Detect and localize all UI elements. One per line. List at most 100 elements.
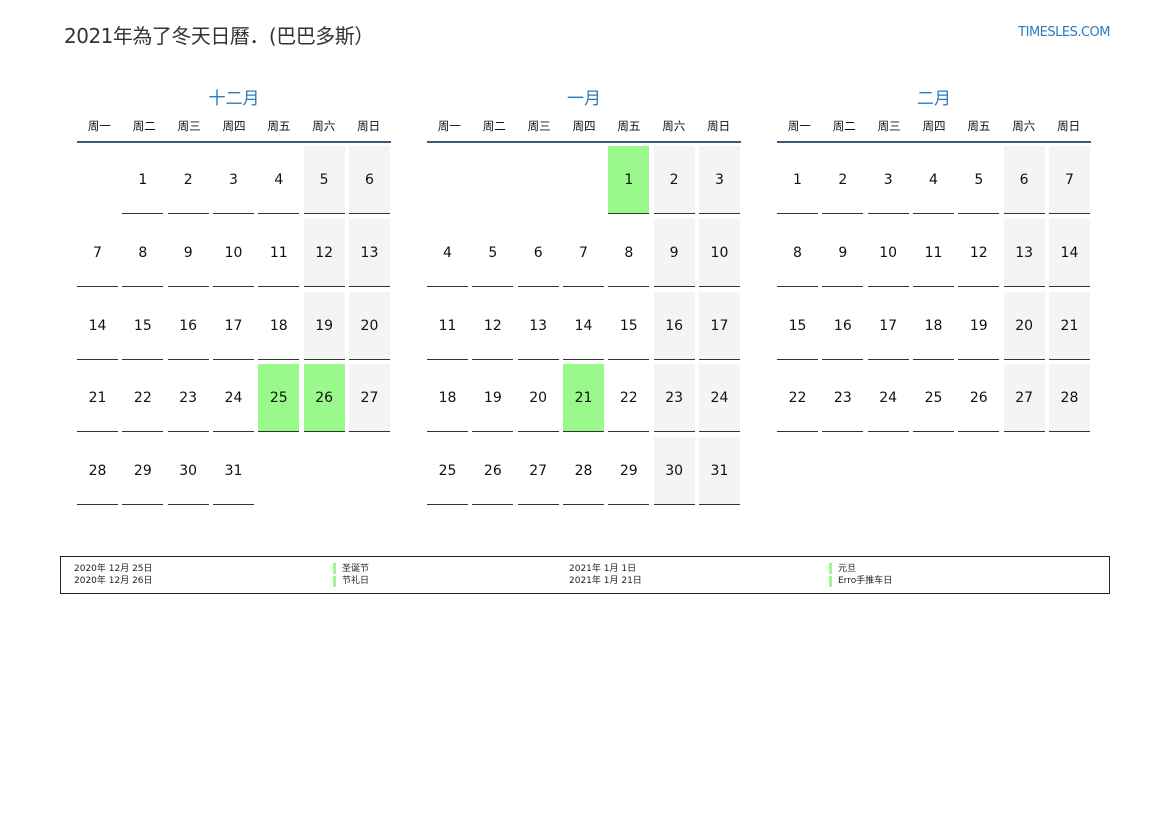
day-cell: 16 — [653, 291, 695, 360]
day-cell: 28 — [562, 437, 604, 506]
day-cell: 2 — [653, 146, 695, 214]
legend-date: 2021年 1月 21日 — [569, 576, 642, 586]
weekday-label: 周三 — [177, 119, 201, 133]
day-cell: 7 — [77, 219, 118, 287]
day-cell: 5 — [472, 219, 514, 287]
weekday-label: 周二 — [482, 119, 506, 133]
weekday-label: 周四 — [922, 119, 946, 133]
month-block: 十二月 周一 周二 周三 周四 周五 周六 周日 1 2 3 4 5 6 7 8 9 10 11 12 13 14 15 16… — [77, 84, 391, 506]
holiday-marker — [829, 563, 832, 574]
holiday-day-cell: 26 — [303, 364, 345, 433]
holiday-marker — [333, 576, 336, 587]
day-cell: 12 — [303, 218, 345, 287]
holiday-day-cell: 1 — [608, 146, 650, 214]
holiday-marker — [829, 576, 832, 587]
day-cell: 8 — [777, 219, 818, 287]
legend-name: Erro手推车日 — [838, 576, 893, 586]
day-cell: 15 — [122, 292, 164, 360]
day-cell: 17 — [698, 291, 740, 360]
holiday-marker — [333, 563, 336, 574]
day-cell: 18 — [912, 292, 954, 360]
day-cell: 14 — [1048, 218, 1090, 287]
weekday-label: 周日 — [1057, 119, 1081, 133]
day-cell: 17 — [867, 292, 909, 360]
day-cell: 15 — [608, 292, 650, 360]
month-name: 十二月 — [208, 89, 260, 109]
day-cell: 27 — [348, 364, 390, 433]
day-cell: 21 — [77, 364, 118, 433]
day-cell: 16 — [822, 292, 864, 360]
day-cell: 15 — [777, 292, 818, 360]
weekday-label: 周五 — [617, 119, 641, 133]
site-link[interactable]: TIMESLES.COM — [1018, 25, 1110, 40]
day-cell: 3 — [212, 146, 254, 214]
day-cell: 5 — [958, 146, 1000, 214]
day-cell: 3 — [698, 146, 740, 214]
day-cell: 17 — [212, 292, 254, 360]
day-cell: 23 — [167, 364, 209, 433]
weekday-label: 周四 — [222, 119, 246, 133]
day-cell: 31 — [698, 437, 740, 506]
day-cell: 13 — [348, 218, 390, 287]
page-title: 2021年為了冬天日曆．(巴巴多斯） — [64, 24, 374, 48]
weekday-label: 周二 — [832, 119, 856, 133]
day-cell: 9 — [653, 218, 695, 287]
day-cell: 2 — [822, 146, 864, 214]
day-cell: 4 — [912, 146, 954, 214]
weekday-label: 周六 — [1012, 119, 1036, 133]
legend-date: 2021年 1月 1日 — [569, 564, 637, 574]
holiday-day-cell: 25 — [258, 364, 300, 433]
day-cell: 7 — [562, 219, 604, 287]
day-cell: 10 — [698, 218, 740, 287]
weekday-label: 周五 — [267, 119, 291, 133]
day-cell: 14 — [562, 292, 604, 360]
day-cell: 11 — [912, 219, 954, 287]
weekday-label: 周三 — [877, 119, 901, 133]
day-cell: 8 — [122, 219, 164, 287]
day-cell: 4 — [427, 219, 468, 287]
day-cell: 25 — [912, 364, 954, 433]
weekday-label: 周一 — [787, 119, 811, 133]
weekday-header: 周一 周二 周三 周四 周五 周六 周日 — [427, 110, 741, 143]
day-cell: 11 — [427, 292, 468, 360]
month-block: 一月 周一 周二 周三 周四 周五 周六 周日 1 2 3 4 5 6 7 8 9 10 11 12 13 14 15 16 1… — [427, 84, 741, 506]
legend-name: 元旦 — [838, 564, 857, 574]
legend-date: 2020年 12月 26日 — [74, 576, 153, 586]
day-cell: 20 — [348, 291, 390, 360]
weekday-label: 周二 — [132, 119, 156, 133]
weekday-label: 周六 — [662, 119, 686, 133]
day-cell: 19 — [303, 291, 345, 360]
legend-name: 节礼日 — [342, 576, 370, 586]
day-cell: 13 — [517, 292, 559, 360]
day-cell: 26 — [472, 437, 514, 506]
holiday-day-cell: 21 — [562, 364, 604, 433]
day-cell: 6 — [517, 219, 559, 287]
day-cell: 10 — [867, 219, 909, 287]
holiday-legend: 2020年 12月 25日 圣诞节 2020年 12月 26日 节礼日 2021… — [60, 556, 1110, 594]
day-cell: 18 — [258, 292, 300, 360]
day-cell: 9 — [822, 219, 864, 287]
day-cell: 30 — [653, 437, 695, 506]
weekday-label: 周日 — [707, 119, 731, 133]
weekday-header: 周一 周二 周三 周四 周五 周六 周日 — [77, 110, 391, 143]
legend-date: 2020年 12月 25日 — [74, 564, 153, 574]
weekday-label: 周一 — [87, 119, 111, 133]
day-cell: 12 — [958, 219, 1000, 287]
day-cell: 5 — [303, 146, 345, 214]
day-cell: 6 — [1003, 146, 1045, 214]
day-cell: 23 — [653, 364, 695, 433]
day-cell: 19 — [958, 292, 1000, 360]
weekday-label: 周三 — [527, 119, 551, 133]
day-cell: 1 — [777, 146, 818, 214]
day-cell: 12 — [472, 292, 514, 360]
day-cell: 23 — [822, 364, 864, 433]
month-name: 二月 — [917, 89, 951, 109]
day-cell: 9 — [167, 219, 209, 287]
day-cell: 24 — [867, 364, 909, 433]
weekday-header: 周一 周二 周三 周四 周五 周六 周日 — [777, 110, 1091, 143]
day-cell: 20 — [1003, 291, 1045, 360]
day-cell: 27 — [517, 437, 559, 506]
weekday-label: 周五 — [967, 119, 991, 133]
month-block: 二月 周一 周二 周三 周四 周五 周六 周日 1 2 3 4 5 6 7 8 9 10 11 12 13 14 15 16 1… — [777, 84, 1091, 433]
day-cell: 24 — [698, 364, 740, 433]
